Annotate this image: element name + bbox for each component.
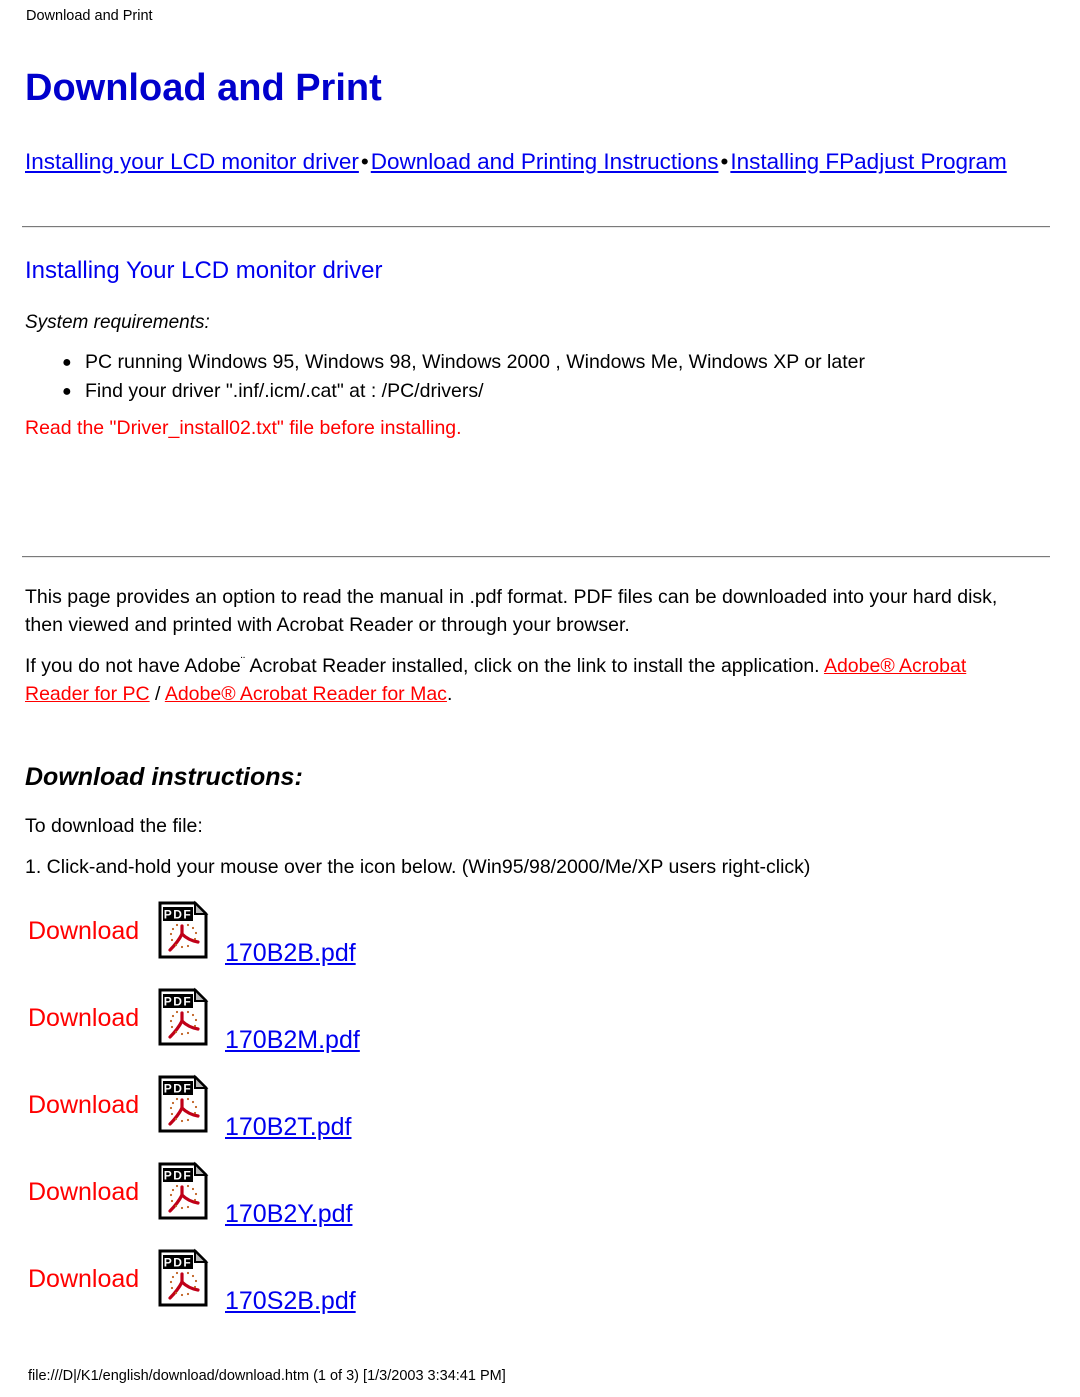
breadcrumb: Download and Print [26, 8, 153, 24]
intro-paragraph-2-mid: Acrobat Reader installed, click on the l… [245, 655, 824, 677]
download-list: Download PDF 170B2B.pdf Download PDF 170… [0, 897, 1080, 1332]
download-row: Download PDF [0, 1071, 1080, 1158]
divider-middle [22, 556, 1050, 558]
download-step-1: 1. Click-and-hold your mouse over the ic… [25, 856, 811, 878]
download-instructions-heading: Download instructions: [25, 763, 303, 791]
pdf-file-icon[interactable]: PDF [157, 1248, 209, 1308]
nav-separator-1: • [360, 149, 369, 174]
bullet-icon: ● [62, 383, 72, 400]
download-note: To download the file: [25, 815, 203, 837]
download-label[interactable]: Download [28, 1178, 139, 1207]
intro-paragraph-2: If you do not have Adobe¨ Acrobat Reader… [25, 648, 1035, 708]
download-label[interactable]: Download [28, 1091, 139, 1120]
bullet-icon: ● [62, 354, 72, 371]
nav-link-installing-driver[interactable]: Installing your LCD monitor driver [25, 149, 359, 174]
intro-paragraph-1: This page provides an option to read the… [25, 586, 998, 636]
nav-link-installing-fpadjust[interactable]: Installing FPadjust Program [730, 149, 1006, 174]
download-file-link[interactable]: 170B2Y.pdf [225, 1200, 352, 1229]
list-item-label: Find your driver ".inf/.icm/.cat" at : /… [85, 380, 484, 402]
system-requirements-label: System requirements: [25, 312, 210, 333]
download-row: Download PDF [0, 1158, 1080, 1245]
svg-text:PDF: PDF [164, 908, 193, 922]
nav-link-download-printing-instructions[interactable]: Download and Printing Instructions [371, 149, 719, 174]
system-requirements-list: ● PC running Windows 95, Windows 98, Win… [62, 348, 865, 406]
download-label[interactable]: Download [28, 917, 139, 946]
divider-top [22, 226, 1050, 228]
download-file-link[interactable]: 170B2T.pdf [225, 1113, 352, 1142]
download-file-link[interactable]: 170B2M.pdf [225, 1026, 360, 1055]
pdf-file-icon[interactable]: PDF [157, 900, 209, 960]
download-file-link[interactable]: 170S2B.pdf [225, 1287, 356, 1316]
pdf-file-icon[interactable]: PDF [157, 987, 209, 1047]
footer-path: file:///D|/K1/english/download/download.… [28, 1368, 506, 1384]
download-row: Download PDF [0, 984, 1080, 1071]
link-acrobat-reader-mac[interactable]: Adobe® Acrobat Reader for Mac [165, 683, 447, 705]
svg-text:PDF: PDF [164, 1169, 193, 1183]
intro-paragraph-2-pre: If you do not have Adobe [25, 655, 241, 677]
list-item-label: PC running Windows 95, Windows 98, Windo… [85, 351, 865, 373]
link-divider: / [149, 683, 165, 705]
section-heading-installing-driver: Installing Your LCD monitor driver [25, 257, 383, 284]
svg-text:PDF: PDF [164, 1256, 193, 1270]
pdf-file-icon[interactable]: PDF [157, 1161, 209, 1221]
pdf-file-icon[interactable]: PDF [157, 1074, 209, 1134]
svg-text:PDF: PDF [164, 1082, 193, 1096]
nav-separator-2: • [720, 149, 729, 174]
download-file-link[interactable]: 170B2B.pdf [225, 939, 356, 968]
warning-text: Read the "Driver_install02.txt" file bef… [25, 417, 462, 439]
download-row: Download PDF [0, 897, 1080, 984]
download-row: Download PDF [0, 1245, 1080, 1332]
list-item: ● PC running Windows 95, Windows 98, Win… [62, 348, 865, 377]
section-nav: Installing your LCD monitor driver•Downl… [25, 146, 1035, 177]
download-label[interactable]: Download [28, 1265, 139, 1294]
svg-text:PDF: PDF [164, 995, 193, 1009]
page-title: Download and Print [25, 67, 382, 109]
download-label[interactable]: Download [28, 1004, 139, 1033]
list-item: ● Find your driver ".inf/.icm/.cat" at :… [62, 377, 865, 406]
intro-paragraph-2-end: . [446, 683, 453, 705]
